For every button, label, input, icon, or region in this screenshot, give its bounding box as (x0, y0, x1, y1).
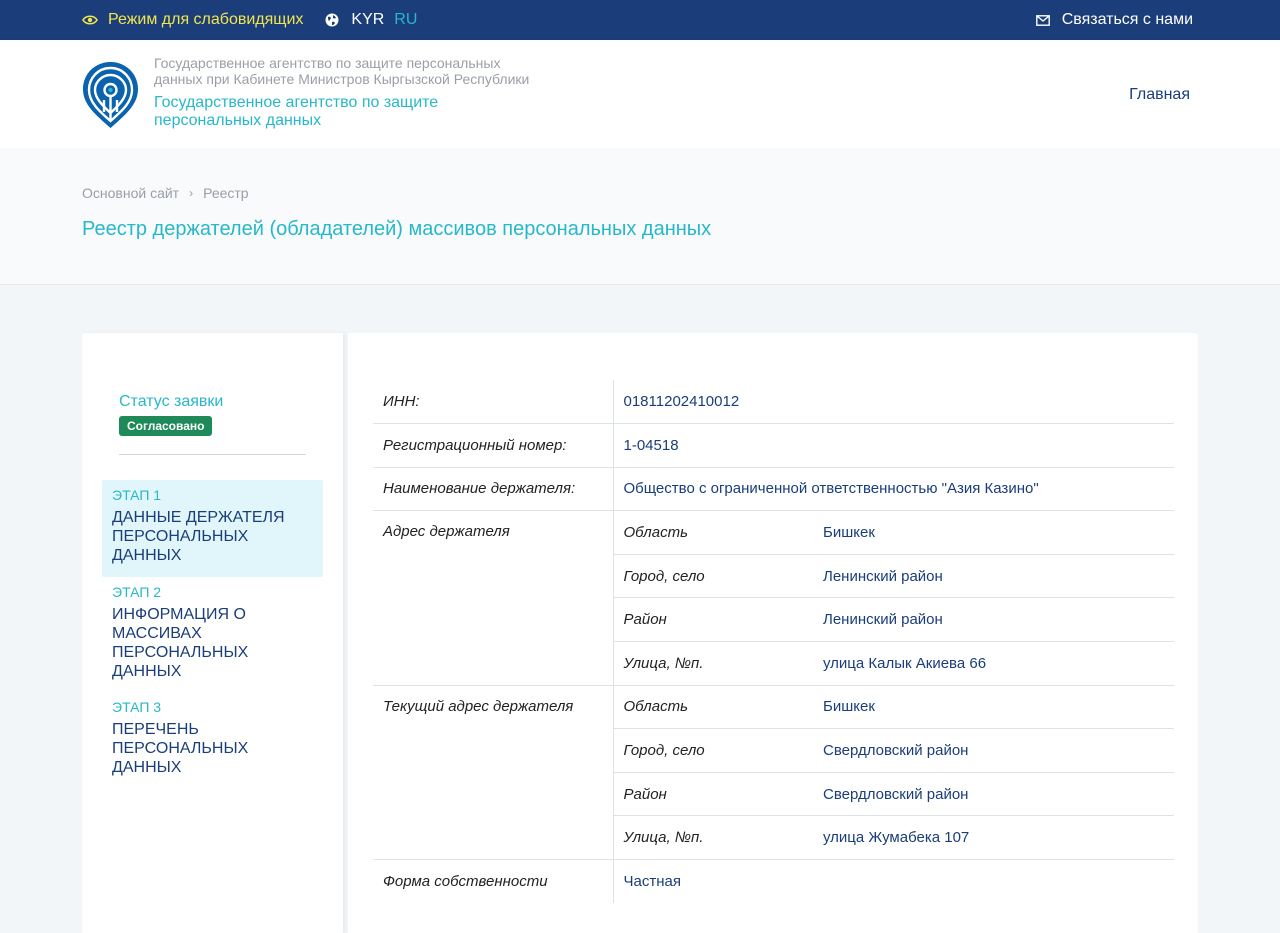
language-switcher: KYR RU (325, 11, 417, 29)
reg-number-label: Регистрационный номер: (373, 423, 613, 468)
top-bar: Режим для слабовидящих KYR RU Связаться … (0, 0, 1280, 40)
current-address-field-label: Улица, №п. (612, 815, 813, 860)
address-field-label: Область (612, 510, 813, 555)
org-title[interactable]: Государственное агентство по защите перс… (154, 94, 484, 130)
table-row: Регистрационный номер: 1-04518 (373, 423, 1174, 468)
step-title: Данные держателя персональных данных (112, 509, 285, 564)
breadcrumb-chevron-icon: › (189, 186, 194, 200)
table-row: Форма собственности Частная (373, 859, 1174, 904)
step-1[interactable]: ЭТАП 1 Данные держателя персональных дан… (102, 480, 323, 577)
agency-logo-icon[interactable] (82, 60, 139, 130)
low-vision-mode-link[interactable]: Режим для слабовидящих (82, 11, 303, 29)
nav-home-link[interactable]: Главная (1129, 86, 1190, 104)
status-badge: Согласовано (119, 416, 213, 436)
sidebar-divider (119, 454, 306, 455)
address-field-value: улица Калык Акиева 66 (813, 641, 1174, 686)
breadcrumb-main-site[interactable]: Основной сайт (82, 185, 179, 201)
table-row: ИНН: 01811202410012 (373, 380, 1174, 424)
content-area: Статус заявки Согласовано ЭТАП 1 Данные … (82, 333, 1198, 933)
current-address-field-label: Область (612, 684, 813, 729)
contact-us-link[interactable]: Связаться с нами (1035, 11, 1193, 29)
eye-icon (82, 15, 98, 25)
table-row: Наименование держателя: Общество с огран… (373, 466, 1174, 511)
step-number: ЭТАП 3 (112, 699, 162, 715)
inn-value: 01811202410012 (612, 380, 1174, 424)
current-address-field-value: улица Жумабека 107 (813, 815, 1174, 860)
address-field-value: Ленинский район (813, 553, 1174, 598)
step-title: Информация о массивах персональных данны… (112, 606, 249, 680)
low-vision-mode-label: Режим для слабовидящих (108, 11, 304, 28)
current-address-field-value: Свердловский район (813, 728, 1174, 773)
address-field-value: Ленинский район (813, 597, 1174, 642)
page-head: Основной сайт › Реестр Реестр держателей… (0, 148, 1280, 285)
current-address-field-label: Район (612, 771, 813, 816)
mail-icon (1035, 14, 1050, 26)
address-field-value: Бишкек (813, 510, 1174, 555)
step-number: ЭТАП 2 (112, 584, 162, 600)
current-address-label: Текущий адрес держателя (373, 684, 613, 860)
step-2[interactable]: ЭТАП 2 Информация о массивах персональны… (102, 577, 323, 689)
holder-name-value: Общество с ограниченной ответственностью… (612, 466, 1174, 511)
inn-label: ИНН: (383, 393, 420, 411)
holder-details-table: ИНН: 01811202410012 Регистрационный номе… (373, 380, 1174, 904)
ownership-label: Форма собственности (373, 859, 613, 904)
globe-icon (325, 13, 339, 27)
lang-ru-link[interactable]: RU (394, 11, 417, 29)
contact-us-label: Связаться с нами (1061, 11, 1193, 28)
org-subtitle: Государственное агентство по защите перс… (154, 55, 530, 87)
current-address-field-label: Город, село (612, 728, 813, 773)
holder-name-label: Наименование держателя: (373, 466, 613, 511)
current-address-field-value: Бишкек (813, 684, 1174, 729)
address-label: Адрес держателя (373, 510, 613, 686)
details-panel: ИНН: 01811202410012 Регистрационный номе… (348, 333, 1198, 933)
step-number: ЭТАП 1 (112, 487, 162, 503)
step-3[interactable]: ЭТАП 3 Перечень персональных данных (102, 692, 323, 785)
address-field-label: Город, село (612, 553, 813, 598)
breadcrumb: Основной сайт › Реестр (82, 185, 249, 201)
site-header: Государственное агентство по защите перс… (0, 40, 1280, 148)
steps-sidebar: Статус заявки Согласовано ЭТАП 1 Данные … (82, 333, 343, 933)
lang-kyr-link[interactable]: KYR (351, 11, 384, 29)
address-field-label: Район (612, 597, 813, 642)
current-address-field-value: Свердловский район (813, 771, 1174, 816)
status-label: Статус заявки (119, 393, 224, 410)
table-row: Текущий адрес держателя Область Бишкек (373, 684, 1174, 860)
ownership-value: Частная (612, 859, 1174, 904)
page-title: Реестр держателей (обладателей) массивов… (82, 218, 712, 240)
table-row: Адрес держателя Область Бишкек (373, 510, 1174, 686)
address-field-label: Улица, №п. (612, 641, 813, 686)
breadcrumb-registry[interactable]: Реестр (203, 185, 249, 201)
reg-number-value: 1-04518 (612, 423, 1174, 468)
step-title: Перечень персональных данных (112, 721, 249, 776)
